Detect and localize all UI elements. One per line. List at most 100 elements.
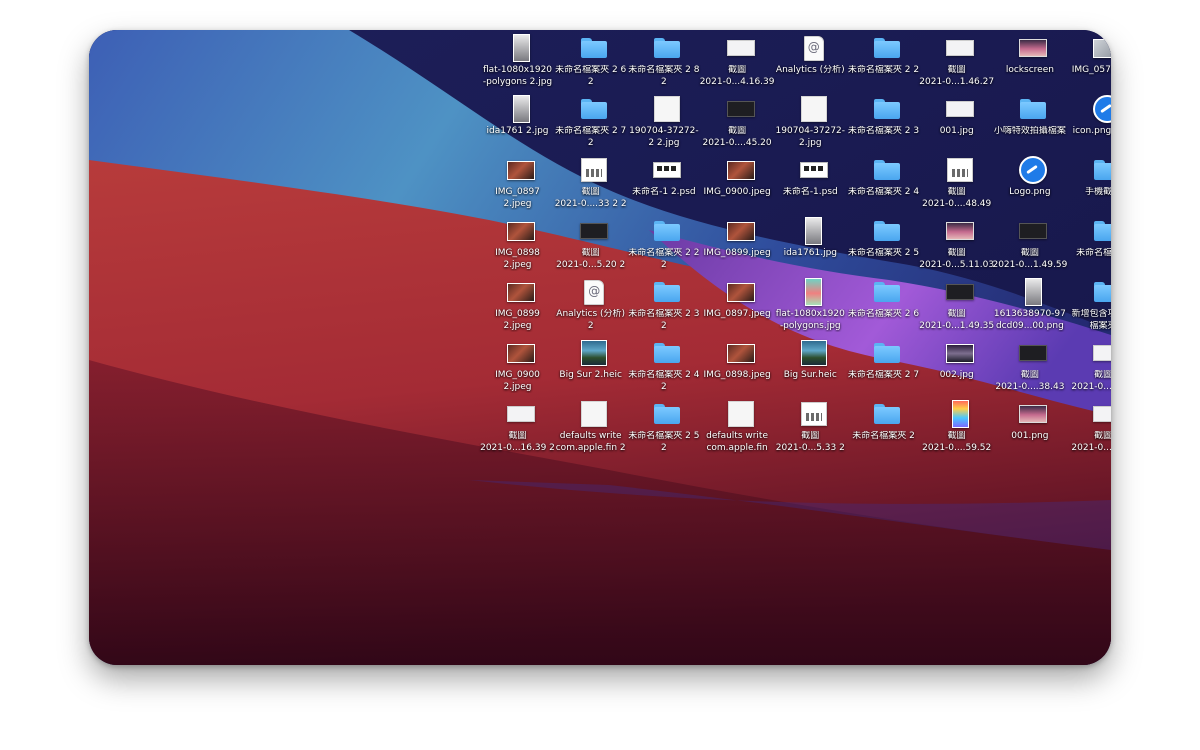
image-file-icon — [800, 96, 827, 122]
desktop-file-item[interactable]: 001.png — [997, 399, 1069, 461]
image-file-icon — [946, 343, 975, 363]
desktop-file-item[interactable]: 截圖2021-0...1.45. — [1071, 399, 1111, 461]
file-thumb — [706, 94, 776, 124]
desktop-file-item[interactable]: defaults write com.apple.fin 2 — [556, 399, 630, 461]
desktop-file-item[interactable]: 截圖 2021-0...1.49.35 — [919, 277, 996, 339]
desktop-file-item[interactable]: 未命名檔案夾 2 3 — [848, 94, 923, 156]
file-thumb — [632, 94, 702, 124]
file-thumb — [486, 399, 556, 429]
screenshot-icon — [946, 284, 975, 300]
screenshot-icon — [1092, 406, 1111, 422]
desktop-file-item[interactable]: @ Analytics (分析) — [776, 33, 850, 95]
folder-icon — [581, 38, 608, 58]
desktop-file-item[interactable]: 190704-37272- 2.jpg — [776, 94, 850, 156]
desktop-file-item[interactable]: 未命名檔案夾 2 22 — [628, 216, 703, 278]
file-name-line2: 2 — [661, 320, 667, 331]
desktop-file-item[interactable]: 新增包含項目的檔案夾 — [1071, 277, 1111, 339]
desktop-file-item[interactable]: 未命名檔案夾 2 32 — [628, 277, 703, 339]
desktop-file-item[interactable]: IMG_0899 2.jpeg — [485, 277, 557, 339]
desktop-file-item[interactable]: 190704-37272- 2 2.jpg — [629, 94, 703, 156]
desktop-file-item[interactable]: 未命名-1 2.psd — [631, 155, 703, 217]
desktop-file-item[interactable]: 截圖 2021-0...4.16.39 — [700, 33, 777, 95]
desktop-file-item[interactable]: 001.jpg — [924, 94, 996, 156]
file-name-line1: icon.png.jpeg — [1072, 126, 1111, 136]
webloc-file-icon: @ — [584, 279, 605, 305]
desktop-file-item[interactable]: 1613638970-97 dcd09...00.png — [994, 277, 1069, 339]
desktop-file-item[interactable]: 002.jpg — [924, 338, 996, 400]
desktop-file-item[interactable]: ida1761 2.jpg — [485, 94, 557, 156]
file-thumb — [998, 33, 1068, 63]
psd-file-icon — [799, 162, 828, 178]
image-file-icon — [805, 217, 823, 245]
desktop-file-item[interactable]: @ Analytics (分析) 2 — [556, 277, 630, 339]
file-thumb — [486, 216, 556, 246]
desktop-file-item[interactable]: 截圖 2021-0....33 2 2 — [555, 155, 630, 217]
file-thumb — [998, 155, 1068, 185]
folder-icon — [874, 282, 900, 302]
desktop-file-item[interactable]: ida1761.jpg — [778, 216, 850, 278]
desktop-file-item[interactable]: 未命名檔案夾 2 72 — [555, 94, 630, 156]
desktop-file-item[interactable]: flat-1080x1920 -polygons.jpg — [776, 277, 850, 339]
file-name-label: 未命名檔案夾 — [1060, 248, 1111, 260]
macos-desktop-screen: flat-1080x1920 -polygons 2.jpg 未命名檔案夾 2 62… — [89, 30, 1111, 665]
desktop-file-item[interactable]: 截圖 2021-0....59.52 — [922, 399, 996, 461]
desktop-file-item[interactable]: 截圖 2021-0...5.11.03 — [919, 216, 996, 278]
desktop-file-item[interactable]: 截圖 2021-0...16.39 2 — [480, 399, 557, 461]
desktop-file-item[interactable]: IMG_0898.jpeg — [704, 338, 777, 400]
desktop-file-item[interactable]: IMG_0572.JPG — [1071, 33, 1111, 95]
file-name-line2: 2021-0...1.46.27 — [919, 76, 995, 87]
file-thumb — [559, 399, 629, 429]
desktop-file-item[interactable]: 未命名檔案夾 2 5 — [848, 216, 923, 278]
desktop-file-item[interactable]: IMG_0897.jpeg — [704, 277, 777, 339]
desktop-file-item[interactable]: IMG_0898 2.jpeg — [485, 216, 557, 278]
file-thumb — [852, 94, 922, 124]
desktop-file-item[interactable]: lockscreen — [997, 33, 1069, 95]
desktop-file-item[interactable]: icon.png.jpeg — [1071, 94, 1111, 156]
desktop-file-item[interactable]: 截圖 2021-0....38.43 — [995, 338, 1069, 400]
desktop-file-item[interactable]: 未命名檔案夾 2 42 — [628, 338, 703, 400]
desktop-file-item[interactable]: IMG_0897 2.jpeg — [485, 155, 557, 217]
desktop-file-item[interactable]: flat-1080x1920 -polygons 2.jpg — [483, 33, 557, 95]
desktop-file-item[interactable]: 未命名檔案夾 2 52 — [628, 399, 703, 461]
desktop-file-item[interactable]: 截圖 2021-0....48.49 — [922, 155, 996, 217]
file-thumb — [486, 33, 556, 63]
file-name-line2: 2021-0....59.52 — [922, 442, 992, 453]
desktop-file-item[interactable]: defaults write com.apple.fin — [705, 399, 777, 461]
desktop-file-item[interactable]: IMG_0899.jpeg — [704, 216, 777, 278]
screenshot-icon — [800, 402, 827, 426]
desktop-file-item[interactable]: 小嗨特效拍攝檔案 — [994, 94, 1069, 156]
folder-icon — [874, 38, 900, 58]
desktop-file-item[interactable]: IMG_0900.jpeg — [704, 155, 777, 217]
file-thumb — [852, 399, 922, 429]
desktop-file-item[interactable]: 截圖 2021-0...5.33 2 — [776, 399, 850, 461]
screenshot-icon — [726, 101, 755, 117]
desktop-file-item[interactable]: 截圖 2021-0....45.20 — [703, 94, 777, 156]
desktop-file-item[interactable]: 截圖 2021-0...5.20 2 — [556, 216, 630, 278]
desktop-file-item[interactable]: Big Sur.heic — [778, 338, 850, 400]
webloc-file-icon: @ — [803, 35, 824, 61]
desktop-file-item[interactable]: Big Sur 2.heic — [558, 338, 630, 400]
desktop-file-item[interactable]: 未命名檔案夾 2 7 — [848, 338, 923, 400]
desktop-file-item[interactable]: 未命名檔案夾 2 2 — [848, 33, 923, 95]
desktop-file-item[interactable]: 未命名檔案夾 2 62 — [555, 33, 630, 95]
desktop-file-item[interactable]: 截圖 2021-0...1.49.59 — [992, 216, 1069, 278]
image-file-icon — [654, 96, 681, 122]
folder-icon — [874, 160, 900, 180]
file-name-label: IMG_0572.JPG — [1060, 65, 1111, 77]
desktop-file-item[interactable]: 截圖 2021-0...1.46.27 — [919, 33, 996, 95]
desktop-file-item[interactable]: 未命名檔案夾 2 6 — [848, 277, 923, 339]
file-thumb — [559, 94, 629, 124]
desktop-file-item[interactable]: 未命名檔案夾 2 — [851, 399, 923, 461]
desktop-file-item[interactable]: 未命名檔案夾 — [1071, 216, 1111, 278]
folder-icon — [874, 221, 900, 241]
desktop-file-item[interactable]: 截圖2021-0...1.30. — [1071, 338, 1111, 400]
file-name-line1: IMG_0572.JPG — [1071, 65, 1111, 75]
file-name-label: icon.png.jpeg — [1060, 126, 1111, 138]
desktop-file-item[interactable]: IMG_0900 2.jpeg — [485, 338, 557, 400]
desktop-file-item[interactable]: 未命名-1.psd — [778, 155, 850, 217]
desktop-file-item[interactable]: 未命名檔案夾 2 4 — [848, 155, 923, 217]
desktop-file-item[interactable]: 手機截圖 — [1071, 155, 1111, 217]
file-thumb — [852, 338, 922, 368]
desktop-file-item[interactable]: 未命名檔案夾 2 82 — [628, 33, 703, 95]
desktop-file-item[interactable]: Logo.png — [997, 155, 1069, 217]
